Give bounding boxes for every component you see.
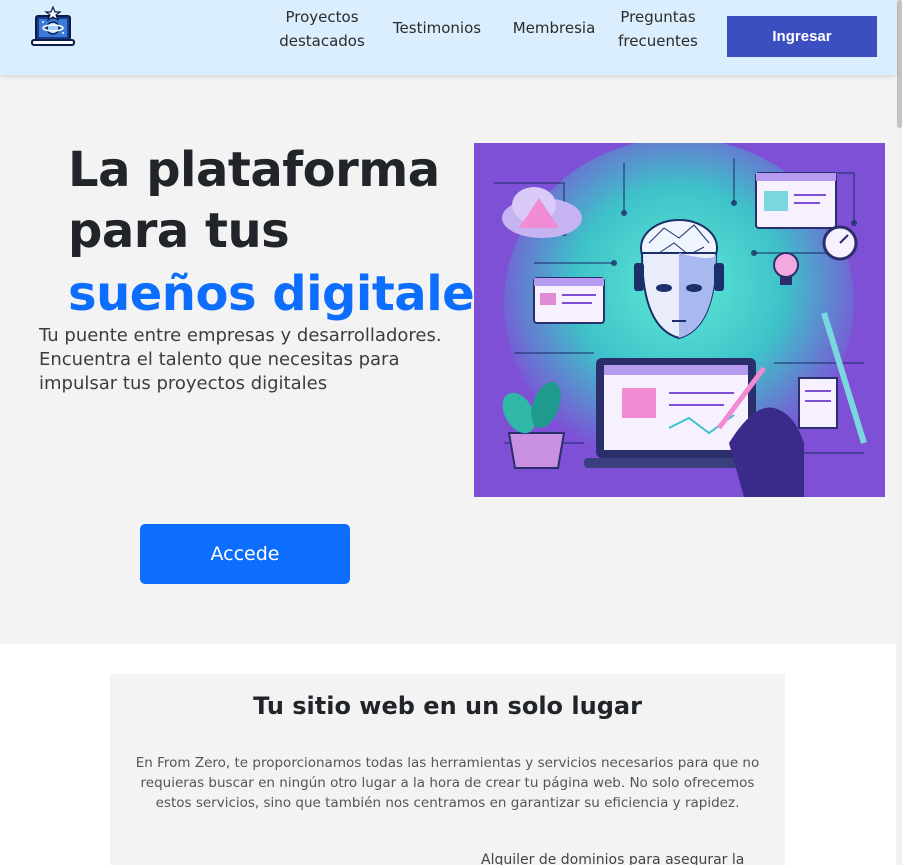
nav-proyectos-destacados[interactable]: Proyectos destacados [276, 5, 368, 53]
site-header: Proyectos destacados Testimonios Membres… [0, 0, 896, 75]
nav-testimonios[interactable]: Testimonios [390, 16, 484, 40]
accede-button[interactable]: Accede [140, 524, 350, 584]
website-services-section: Tu sitio web en un solo lugar En From Ze… [110, 674, 785, 865]
hero-title-line-2: para tus [68, 203, 290, 259]
section-title: Tu sitio web en un solo lugar [253, 692, 642, 720]
hero-title-line-1: La plataforma [68, 142, 440, 198]
hero-title-accent: sueños digitale [68, 266, 475, 322]
section-description: En From Zero, te proporcionamos todas la… [135, 755, 760, 811]
laptop-star-logo-icon[interactable] [30, 5, 76, 52]
hero-title-typed-line: sueños digitale [68, 262, 478, 325]
domain-rental-text: Alquiler de dominios para asegurar la [481, 852, 745, 865]
hero-title: La plataforma para tus sueños digitale [68, 140, 478, 325]
page-scrollbar[interactable] [896, 0, 902, 865]
nav-membresia[interactable]: Membresia [508, 16, 600, 40]
scrollbar-thumb[interactable] [897, 0, 902, 128]
ai-robot-digital-illustration-icon [474, 143, 885, 497]
login-button[interactable]: Ingresar [727, 16, 877, 57]
hero-subtitle: Tu puente entre empresas y desarrollador… [39, 325, 442, 394]
nav-preguntas-frecuentes[interactable]: Preguntas frecuentes [614, 5, 702, 53]
